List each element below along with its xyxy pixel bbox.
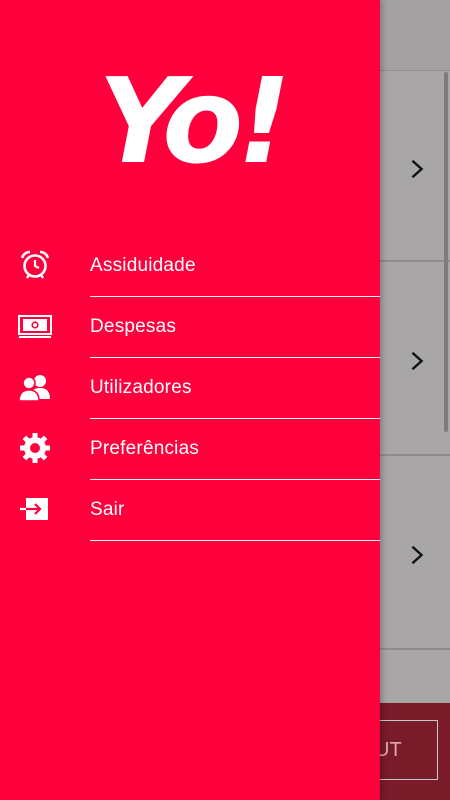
menu-item-assiduidade[interactable]: Assiduidade — [0, 236, 380, 297]
menu-item-label: Sair — [90, 499, 125, 520]
menu-item-preferencias[interactable]: Preferências — [0, 419, 380, 480]
sign-out-icon — [18, 494, 52, 524]
alarm-clock-icon — [18, 250, 52, 280]
menu-item-despesas[interactable]: Despesas — [0, 297, 380, 358]
svg-text:Yo!: Yo! — [98, 56, 285, 176]
users-icon — [18, 372, 52, 402]
chevron-right-icon — [411, 351, 424, 371]
menu-item-label: Utilizadores — [90, 377, 192, 398]
scrollbar[interactable] — [444, 72, 448, 432]
money-bill-icon — [18, 311, 52, 341]
menu-item-utilizadores[interactable]: Utilizadores — [0, 358, 380, 419]
drawer-menu: Assiduidade Despesas Utilizadores Prefer… — [0, 236, 380, 541]
chevron-right-icon — [411, 545, 424, 565]
menu-item-label: Despesas — [90, 316, 177, 337]
yo-logo: Yo! — [98, 56, 286, 176]
divider — [90, 539, 380, 541]
navigation-drawer: Yo! Assiduidade Despesas Utilizadores Pr… — [0, 0, 380, 800]
menu-item-label: Assiduidade — [90, 255, 196, 276]
menu-item-sair[interactable]: Sair — [0, 480, 380, 541]
chevron-right-icon — [411, 159, 424, 179]
gear-icon — [18, 433, 52, 463]
menu-item-label: Preferências — [90, 438, 200, 459]
